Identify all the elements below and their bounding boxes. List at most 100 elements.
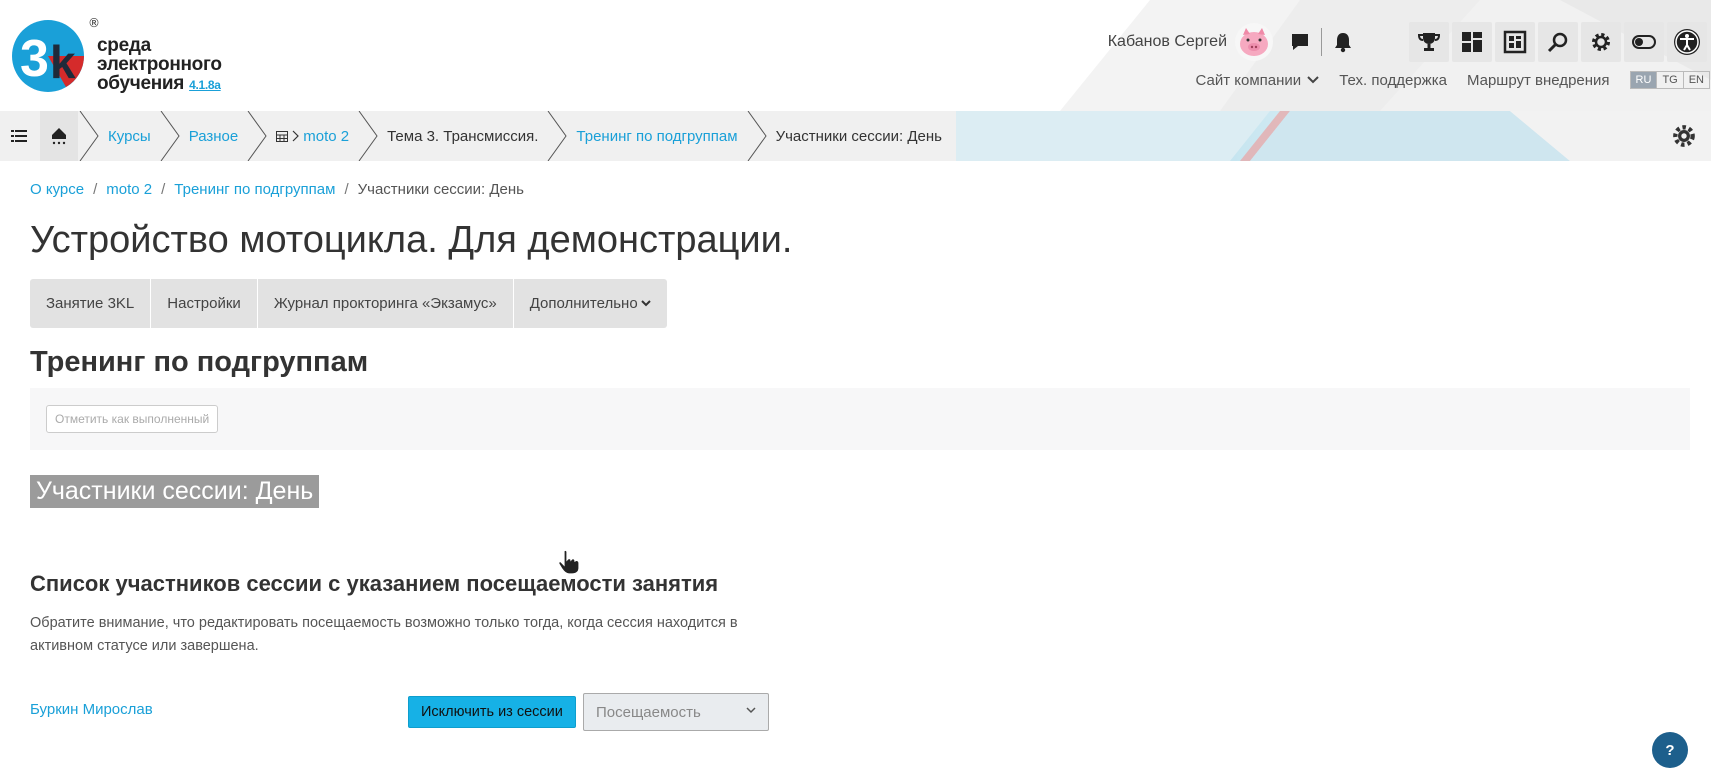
lang-ru[interactable]: RU — [1630, 72, 1657, 88]
site-header: 3 k ® среда электронного обучения 4.1.8a… — [0, 0, 1711, 111]
nav-crumb-courses[interactable]: Курсы — [78, 111, 159, 161]
breadcrumb: О курсе / moto 2 / Тренинг по подгруппам… — [30, 181, 524, 198]
breadcrumb-separator: / — [93, 181, 98, 198]
hand-cursor-icon — [558, 549, 580, 575]
chevron-right-icon — [292, 130, 300, 142]
page-settings-gear-icon[interactable] — [1671, 123, 1697, 149]
support-link[interactable]: Тех. поддержка — [1339, 72, 1447, 89]
language-switcher: RU TG EN — [1629, 71, 1710, 89]
attendance-select[interactable]: Посещаемость — [583, 693, 769, 731]
nav-crumb-course-link[interactable]: moto 2 — [303, 128, 349, 145]
route-link[interactable]: Маршрут внедрения — [1467, 72, 1610, 89]
bell-icon — [1335, 33, 1351, 53]
catalog-button[interactable] — [1495, 22, 1535, 62]
company-site-label: Сайт компании — [1195, 71, 1302, 89]
user-toolbar: Кабанов Сергей — [1108, 18, 1711, 66]
nav-crumb-misc[interactable]: Разное — [159, 111, 247, 161]
tab-activity[interactable]: Занятие 3KL — [30, 279, 151, 328]
breadcrumb-training[interactable]: Тренинг по подгруппам — [174, 181, 335, 198]
nav-crumb-topic[interactable]: Тема 3. Трансмиссия. — [357, 111, 546, 161]
crumb-arrow-icon — [160, 111, 180, 161]
home-icon — [52, 128, 66, 145]
mark-complete-button[interactable]: Отметить как выполненный — [46, 405, 219, 433]
grid-layout-icon — [1503, 30, 1527, 54]
nav-crumb-current-label: Участники сессии: День — [775, 127, 942, 145]
notifications-button[interactable] — [1328, 27, 1358, 57]
activity-title: Тренинг по подгруппам — [30, 346, 369, 378]
3kl-logo-icon: 3 k — [12, 20, 84, 92]
company-site-menu[interactable]: Сайт компании — [1196, 72, 1320, 89]
site-logo[interactable]: 3 k ® среда электронного обучения 4.1.8a — [12, 16, 232, 102]
tab-proctoring-log[interactable]: Журнал прокторинга «Экзамус» — [257, 279, 513, 328]
chevron-down-icon — [746, 707, 756, 714]
breadcrumb-current: Участники сессии: День — [357, 181, 524, 198]
attendance-notice: Обратите внимание, что редактировать пос… — [30, 615, 738, 654]
logo-line-2: электронного — [97, 54, 222, 75]
crumb-arrow-icon — [247, 111, 267, 161]
chevron-down-icon — [640, 300, 651, 307]
version-link[interactable]: 4.1.8a — [189, 78, 221, 92]
theme-toggle-button[interactable] — [1624, 22, 1664, 62]
crumb-arrow-icon — [79, 111, 99, 161]
registered-mark: ® — [88, 16, 100, 30]
user-name[interactable]: Кабанов Сергей — [1108, 33, 1227, 51]
header-divider — [1321, 28, 1322, 56]
activity-tabs: Занятие 3KL Настройки Журнал прокторинга… — [30, 279, 668, 328]
crumb-arrow-icon — [747, 111, 767, 161]
exclude-from-session-button[interactable]: Исключить из сессии — [408, 696, 576, 728]
search-button[interactable] — [1538, 22, 1578, 62]
top-links: Сайт компании Тех. поддержка Маршрут вне… — [1196, 68, 1711, 92]
navbar-breadcrumb: Курсы Разное moto 2 Тема 3. Трансмиссия.… — [78, 111, 956, 161]
page-title: Устройство мотоцикла. Для демонстрации. — [30, 219, 793, 261]
tab-more[interactable]: Дополнительно — [513, 279, 667, 328]
messages-button[interactable] — [1285, 27, 1315, 57]
participants-list-title: Список участников сессии с указанием пос… — [30, 571, 719, 596]
list-menu-icon — [11, 130, 27, 142]
breadcrumb-course[interactable]: moto 2 — [106, 181, 152, 198]
accessibility-button[interactable] — [1667, 22, 1707, 62]
lang-tg[interactable]: TG — [1656, 72, 1682, 88]
chat-bubble-icon — [1292, 34, 1308, 50]
completion-panel: Отметить как выполненный — [30, 388, 1690, 450]
nav-crumb-training-link[interactable]: Тренинг по подгруппам — [576, 128, 737, 145]
logo-text: среда электронного обучения 4.1.8a — [97, 36, 222, 95]
crumb-arrow-icon — [358, 111, 378, 161]
chevron-down-icon — [1307, 76, 1319, 84]
course-navbar: Курсы Разное moto 2 Тема 3. Трансмиссия.… — [0, 111, 1711, 161]
tab-settings[interactable]: Настройки — [151, 279, 257, 328]
participant-row: Буркин Мирослав Исключить из сессии Посе… — [30, 691, 770, 731]
home-button[interactable] — [40, 111, 78, 161]
toggle-icon — [1632, 35, 1656, 49]
logo-line-3: обучения — [97, 73, 185, 94]
nav-crumb-misc-link[interactable]: Разное — [189, 128, 239, 145]
help-button[interactable]: ? — [1652, 732, 1688, 768]
nav-crumb-courses-link[interactable]: Курсы — [108, 128, 151, 145]
crumb-arrow-icon — [548, 111, 568, 161]
pig-avatar-icon — [1240, 28, 1268, 56]
achievements-button[interactable] — [1409, 22, 1449, 62]
tab-more-label: Дополнительно — [529, 295, 638, 312]
breadcrumb-separator: / — [161, 181, 166, 198]
drawer-toggle-button[interactable] — [0, 111, 38, 161]
settings-button[interactable] — [1581, 22, 1621, 62]
svg-text:3: 3 — [20, 30, 49, 88]
navbar-decoration — [950, 111, 1711, 161]
nav-crumb-course[interactable]: moto 2 — [246, 111, 357, 161]
dashboard-button[interactable] — [1452, 22, 1492, 62]
nav-crumb-current: Участники сессии: День — [745, 111, 956, 161]
attendance-select-value: Посещаемость — [596, 703, 701, 721]
gear-icon — [1592, 33, 1610, 51]
dashboard-icon — [1462, 32, 1482, 52]
avatar[interactable] — [1235, 23, 1273, 61]
lang-en[interactable]: EN — [1682, 72, 1709, 88]
accessibility-icon — [1674, 29, 1700, 55]
search-icon — [1547, 32, 1568, 53]
trophy-icon — [1417, 33, 1441, 51]
logo-line-1: среда — [97, 35, 151, 56]
nav-crumb-topic-label[interactable]: Тема 3. Трансмиссия. — [387, 128, 538, 145]
nav-crumb-training[interactable]: Тренинг по подгруппам — [546, 111, 745, 161]
quick-tools — [1406, 22, 1707, 62]
participant-name-link[interactable]: Буркин Мирослав — [30, 701, 153, 718]
breadcrumb-about-course[interactable]: О курсе — [30, 181, 84, 198]
svg-text:k: k — [50, 36, 76, 88]
